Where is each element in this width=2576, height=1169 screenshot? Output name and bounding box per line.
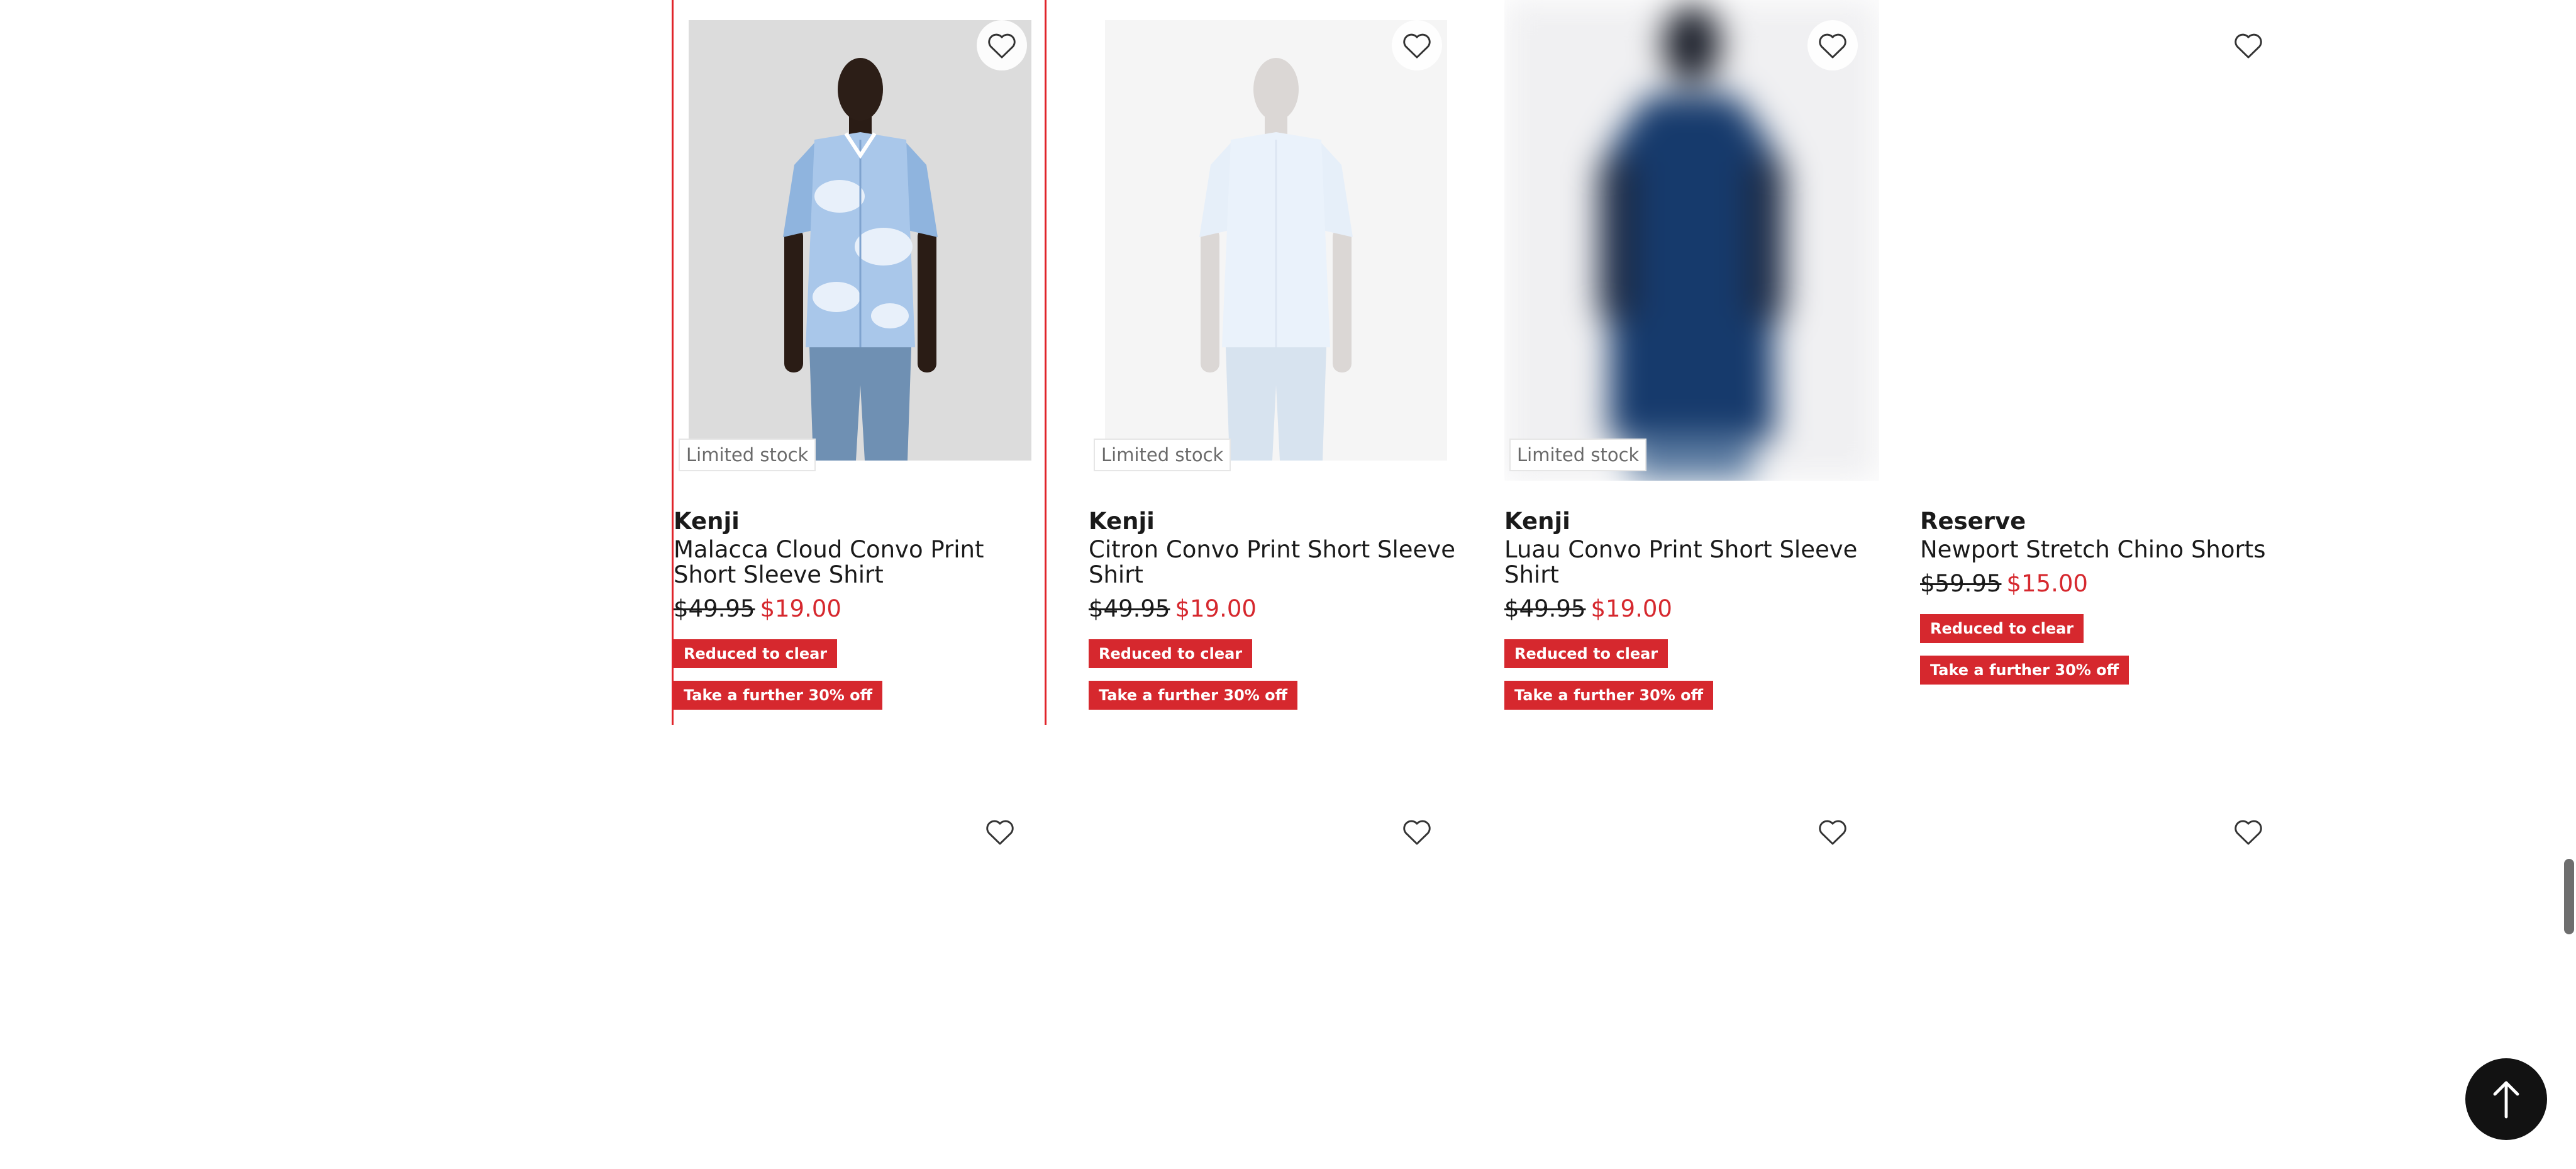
original-price: $49.95 [1089,595,1170,622]
wishlist-button[interactable] [2223,807,2273,857]
product-photo[interactable] [1504,0,1879,481]
limited-stock-tag: Limited stock [1094,439,1231,471]
product-card[interactable]: Limited stock Kenji Citron Convo Print S… [1089,0,1463,725]
wishlist-button[interactable] [975,807,1025,857]
further-discount-badge: Take a further 30% off [1089,681,1298,710]
product-card-placeholder[interactable] [1920,786,2295,1169]
reduced-to-clear-badge: Reduced to clear [674,639,838,668]
product-card[interactable]: Reserve Newport Stretch Chino Shorts $59… [1920,0,2295,725]
further-discount-badge: Take a further 30% off [1920,656,2129,685]
sale-price: $19.00 [760,595,841,622]
page-scrollbar[interactable] [2563,0,2576,1169]
product-info: Reserve Newport Stretch Chino Shorts $59… [1920,507,2295,685]
price-row: $59.95 $15.00 [1920,569,2295,599]
product-grid-page: Limited stock Kenji Malacca Cloud Convo … [0,0,2576,1169]
original-price: $49.95 [1504,595,1586,622]
product-brand[interactable]: Kenji [1504,507,1879,536]
product-card-placeholder[interactable] [1089,786,1463,1169]
further-discount-badge: Take a further 30% off [1504,681,1714,710]
heart-outline-icon [988,33,1016,59]
wishlist-button[interactable] [1392,807,1442,857]
product-image-area[interactable]: Limited stock [1089,0,1463,481]
product-card-placeholder[interactable] [1504,786,1879,1169]
product-info: Kenji Malacca Cloud Convo Print Short Sl… [674,507,1048,710]
heart-outline-icon [1403,820,1431,845]
reduced-to-clear-badge: Reduced to clear [1920,614,2084,643]
heart-outline-icon [2235,33,2262,59]
product-card-placeholder[interactable] [672,786,1046,1169]
heart-outline-icon [1819,820,1846,845]
sale-price: $19.00 [1175,595,1257,622]
sale-price: $19.00 [1591,595,1672,622]
product-photo[interactable] [1105,20,1447,461]
sale-price: $15.00 [2006,570,2088,597]
wishlist-button[interactable] [1807,807,1858,857]
product-brand[interactable]: Kenji [1089,507,1463,536]
original-price: $49.95 [674,595,755,622]
wishlist-button[interactable] [2223,20,2273,70]
heart-outline-icon [1819,33,1846,59]
scrollbar-thumb[interactable] [2564,859,2574,934]
product-info: Kenji Citron Convo Print Short Sleeve Sh… [1089,507,1463,710]
price-row: $49.95 $19.00 [1089,594,1463,624]
product-card[interactable]: Limited stock Kenji Malacca Cloud Convo … [672,0,1046,725]
reduced-to-clear-badge: Reduced to clear [1504,639,1668,668]
back-to-top-button[interactable] [2465,1058,2547,1140]
original-price: $59.95 [1920,570,2002,597]
wishlist-button[interactable] [1807,20,1858,70]
product-title[interactable]: Newport Stretch Chino Shorts [1920,537,2295,562]
product-info: Kenji Luau Convo Print Short Sleeve Shir… [1504,507,1879,710]
product-image-area[interactable] [1920,0,2295,481]
wishlist-button[interactable] [977,20,1027,70]
product-card[interactable]: Limited stock Kenji Luau Convo Print Sho… [1504,0,1879,725]
heart-outline-icon [986,820,1014,845]
product-title[interactable]: Malacca Cloud Convo Print Short Sleeve S… [674,537,1048,588]
price-row: $49.95 $19.00 [674,594,1048,624]
price-row: $49.95 $19.00 [1504,594,1879,624]
further-discount-badge: Take a further 30% off [674,681,883,710]
product-title[interactable]: Luau Convo Print Short Sleeve Shirt [1504,537,1879,588]
heart-outline-icon [2235,820,2262,845]
wishlist-button[interactable] [1392,20,1442,70]
product-title[interactable]: Citron Convo Print Short Sleeve Shirt [1089,537,1463,588]
arrow-up-icon [2493,1081,2519,1119]
reduced-to-clear-badge: Reduced to clear [1089,639,1253,668]
product-photo[interactable] [689,20,1031,461]
limited-stock-tag: Limited stock [679,439,816,471]
product-image-area[interactable]: Limited stock [1504,0,1879,481]
product-image-area[interactable]: Limited stock [674,0,1048,481]
heart-outline-icon [1403,33,1431,59]
limited-stock-tag: Limited stock [1509,439,1647,471]
product-brand[interactable]: Kenji [674,507,1048,536]
product-brand[interactable]: Reserve [1920,507,2295,536]
